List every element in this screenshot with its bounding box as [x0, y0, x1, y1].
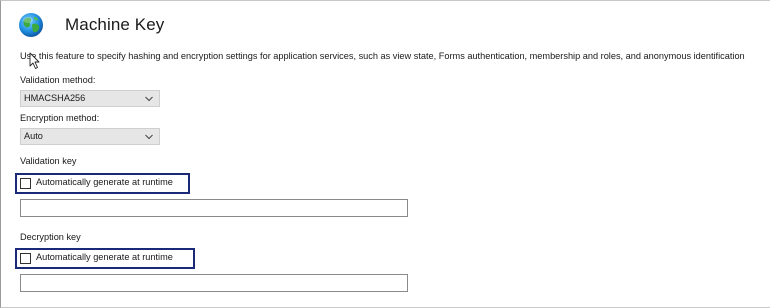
validation-method-value: HMACSHA256: [24, 93, 86, 103]
page-description: Use this feature to specify hashing and …: [20, 51, 745, 61]
validation-key-input[interactable]: [20, 199, 408, 217]
validation-method-label: Validation method:: [20, 75, 96, 85]
feature-panel: Machine Key Use this feature to specify …: [0, 0, 770, 308]
page-title: Machine Key: [65, 15, 165, 34]
chevron-down-icon: [145, 96, 153, 102]
encryption-method-value: Auto: [24, 131, 43, 141]
validation-key-label: Validation key: [20, 156, 77, 166]
mouse-pointer-icon: [29, 52, 40, 69]
decryption-key-label: Decryption key: [20, 232, 81, 242]
encryption-method-label: Encryption method:: [20, 113, 100, 123]
encryption-method-select[interactable]: Auto: [20, 128, 160, 145]
decryption-key-auto-label[interactable]: Automatically generate at runtime: [36, 252, 173, 262]
validation-key-auto-checkbox[interactable]: [20, 178, 31, 189]
decryption-key-auto-checkbox[interactable]: [20, 253, 31, 264]
globe-icon: [19, 13, 43, 37]
chevron-down-icon: [145, 134, 153, 140]
page-header: Machine Key: [18, 12, 164, 38]
validation-method-select[interactable]: HMACSHA256: [20, 90, 160, 107]
decryption-key-input[interactable]: [20, 274, 408, 292]
validation-key-auto-label[interactable]: Automatically generate at runtime: [36, 177, 173, 187]
